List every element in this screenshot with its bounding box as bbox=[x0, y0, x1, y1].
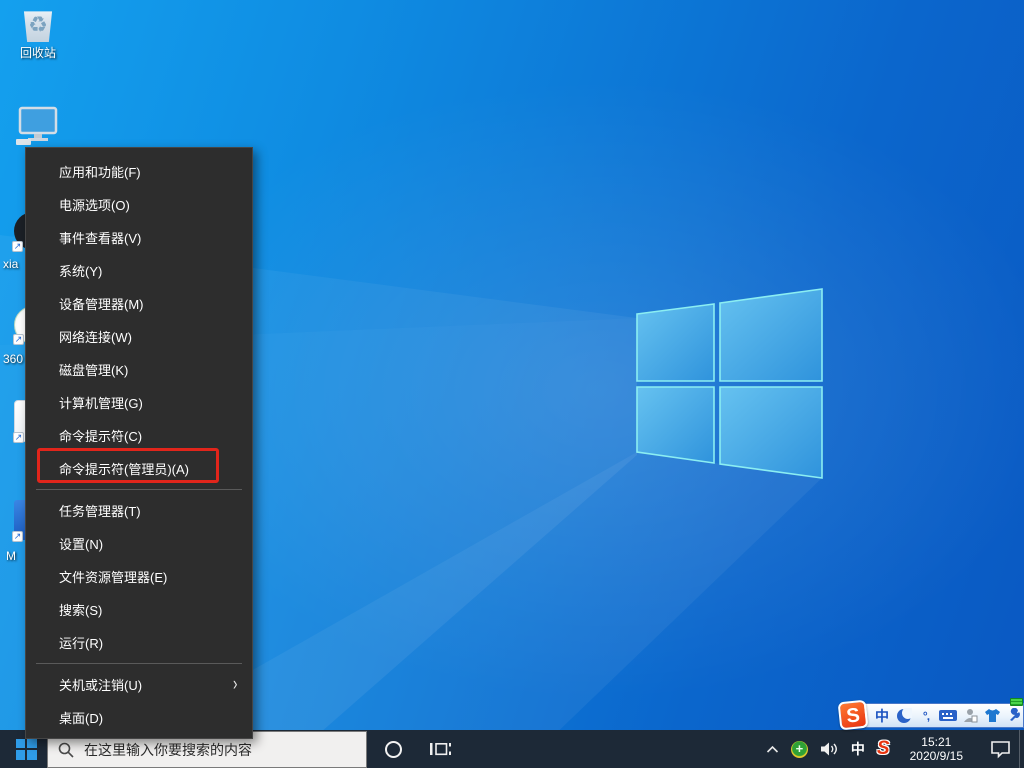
search-icon bbox=[58, 742, 74, 758]
recycle-bin-label: 回收站 bbox=[2, 44, 74, 61]
desktop-icon-this-pc[interactable] bbox=[2, 106, 74, 148]
desktop-label-xia: xia bbox=[3, 257, 18, 271]
cortana-icon bbox=[385, 741, 402, 758]
menu-item-computer-management[interactable]: 计算机管理(G) bbox=[26, 386, 252, 419]
fullwidth-moon-icon[interactable] bbox=[895, 705, 913, 726]
menu-item-network-connections[interactable]: 网络连接(W) bbox=[26, 320, 252, 353]
tray-clock[interactable]: 15:21 2020/9/15 bbox=[896, 730, 977, 768]
submenu-arrow-icon: › bbox=[233, 675, 237, 694]
soft-keyboard-icon[interactable] bbox=[939, 705, 957, 726]
clock-date: 2020/9/15 bbox=[910, 749, 963, 763]
menu-item-system[interactable]: 系统(Y) bbox=[26, 254, 252, 287]
this-pc-icon bbox=[16, 106, 60, 148]
shortcut-arrow-icon: ↗ bbox=[12, 241, 23, 252]
menu-item-device-manager[interactable]: 设备管理器(M) bbox=[26, 287, 252, 320]
search-input[interactable] bbox=[84, 742, 358, 758]
menu-item-desktop[interactable]: 桌面(D) bbox=[26, 701, 252, 734]
menu-item-event-viewer[interactable]: 事件查看器(V) bbox=[26, 221, 252, 254]
menu-item-file-explorer[interactable]: 文件资源管理器(E) bbox=[26, 560, 252, 593]
system-tray: + 中 S 15:21 2020/9/15 bbox=[760, 730, 1024, 768]
menu-item-power-options[interactable]: 电源选项(O) bbox=[26, 188, 252, 221]
task-view-icon bbox=[430, 741, 451, 757]
antivirus-orb-icon: + bbox=[791, 741, 808, 758]
ime-chinese-mode-icon[interactable]: 中 bbox=[873, 705, 891, 726]
menu-item-settings[interactable]: 设置(N) bbox=[26, 527, 252, 560]
shortcut-arrow-icon: ↗ bbox=[13, 334, 24, 345]
chevron-up-icon bbox=[766, 745, 779, 754]
menu-item-disk-management[interactable]: 磁盘管理(K) bbox=[26, 353, 252, 386]
desktop-label-360: 360 bbox=[3, 352, 23, 366]
tray-sogou[interactable]: S bbox=[871, 730, 896, 768]
task-view-button[interactable] bbox=[422, 730, 458, 768]
cortana-button[interactable] bbox=[375, 730, 411, 768]
ime-language-bar: S 中 °, bbox=[860, 703, 1024, 728]
clock-time: 15:21 bbox=[910, 735, 963, 749]
desktop-icon-recycle-bin[interactable]: ♻ 回收站 bbox=[2, 8, 74, 61]
sogou-tray-icon: S bbox=[877, 738, 890, 760]
status-green-badge-icon[interactable] bbox=[1010, 698, 1023, 706]
winx-menu: 应用和功能(F) 电源选项(O) 事件查看器(V) 系统(Y) 设备管理器(M)… bbox=[25, 147, 253, 739]
menu-separator bbox=[36, 663, 242, 664]
menu-item-command-prompt[interactable]: 命令提示符(C) bbox=[26, 419, 252, 452]
toolbox-wrench-icon[interactable] bbox=[1005, 705, 1023, 726]
recycle-bin-icon: ♻ bbox=[22, 8, 54, 42]
volume-icon bbox=[820, 741, 839, 757]
skin-tshirt-icon[interactable] bbox=[983, 705, 1001, 726]
show-desktop-strip[interactable] bbox=[1019, 730, 1024, 768]
account-person-icon[interactable] bbox=[961, 705, 979, 726]
menu-item-command-prompt-admin[interactable]: 命令提示符(管理员)(A) bbox=[26, 452, 252, 485]
ime-mode-indicator: 中 bbox=[851, 739, 865, 759]
desktop: ♻ 回收站 ↗ xia ↗ 360 ↗ ↗ M 应用和功能(F) 电源选项(O)… bbox=[0, 0, 1024, 768]
action-center-button[interactable] bbox=[977, 730, 1024, 768]
menu-item-shutdown-signout[interactable]: 关机或注销(U) › bbox=[26, 668, 252, 701]
hidden-icons-chevron[interactable] bbox=[760, 730, 785, 768]
tray-antivirus[interactable]: + bbox=[785, 730, 814, 768]
shortcut-arrow-icon: ↗ bbox=[12, 531, 23, 542]
sogou-logo-icon[interactable]: S bbox=[838, 700, 869, 731]
menu-item-apps-features[interactable]: 应用和功能(F) bbox=[26, 155, 252, 188]
desktop-label-m: M bbox=[6, 549, 16, 563]
menu-separator bbox=[36, 489, 242, 490]
menu-item-run[interactable]: 运行(R) bbox=[26, 626, 252, 659]
menu-item-search[interactable]: 搜索(S) bbox=[26, 593, 252, 626]
action-center-icon bbox=[989, 739, 1012, 759]
punctuation-mode-icon[interactable]: °, bbox=[917, 705, 935, 726]
tray-ime-mode[interactable]: 中 bbox=[845, 730, 871, 768]
shortcut-arrow-icon: ↗ bbox=[13, 432, 24, 443]
menu-item-task-manager[interactable]: 任务管理器(T) bbox=[26, 494, 252, 527]
windows-logo-icon bbox=[16, 739, 37, 760]
tray-volume[interactable] bbox=[814, 730, 845, 768]
